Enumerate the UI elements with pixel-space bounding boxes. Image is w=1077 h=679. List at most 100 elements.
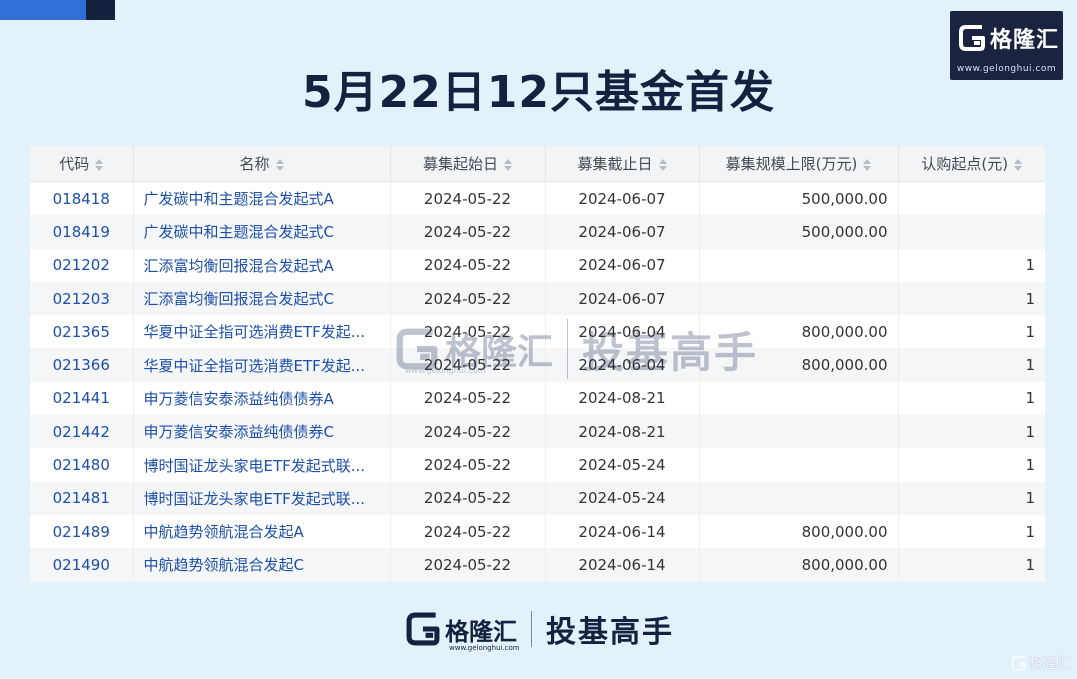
fund-name-link[interactable]: 博时国证龙头家电ETF发起式联... <box>133 448 391 482</box>
min-purchase-cell <box>898 215 1045 249</box>
fund-name-link[interactable]: 汇添富均衡回报混合发起式A <box>133 248 391 282</box>
sort-icon[interactable] <box>95 158 104 171</box>
sort-icon[interactable] <box>504 158 512 171</box>
fund-code-link[interactable]: 021441 <box>30 381 134 416</box>
fund-code-link[interactable]: 021480 <box>30 448 134 482</box>
fund-code-link[interactable]: 021365 <box>30 315 134 349</box>
end-date-cell: 2024-05-24 <box>545 448 700 482</box>
page-title: 5月22日12只基金首发 <box>301 67 776 118</box>
fund-name-link[interactable]: 申万菱信安泰添益纯债债券C <box>133 415 391 449</box>
start-date-cell: 2024-05-22 <box>390 381 546 416</box>
sort-icon[interactable] <box>275 158 284 171</box>
table-row: 021365 华夏中证全指可选消费ETF发起... 2024-05-22 202… <box>30 315 1045 349</box>
start-date-cell: 2024-05-22 <box>390 415 546 449</box>
cap-cell <box>699 281 899 316</box>
fund-code-link[interactable]: 018418 <box>30 181 134 216</box>
table-row: 021480 博时国证龙头家电ETF发起式联... 2024-05-22 202… <box>30 448 1045 482</box>
fund-code-link[interactable]: 021490 <box>30 548 134 582</box>
fund-name-link[interactable]: 中航趋势领航混合发起C <box>133 548 391 582</box>
fund-name-link[interactable]: 中航趋势领航混合发起A <box>133 514 391 549</box>
end-date-cell: 2024-06-04 <box>545 315 700 349</box>
start-date-cell: 2024-05-22 <box>390 181 546 216</box>
cap-cell <box>699 448 899 482</box>
fund-code-link[interactable]: 021481 <box>30 481 134 515</box>
fund-name-link[interactable]: 汇添富均衡回报混合发起式C <box>133 281 391 316</box>
cap-cell: 800,000.00 <box>699 548 899 582</box>
cap-cell: 800,000.00 <box>699 315 899 349</box>
start-date-cell: 2024-05-22 <box>390 514 546 549</box>
start-date-cell: 2024-05-22 <box>390 248 546 282</box>
corner-brand-name: 格隆汇 <box>1029 656 1071 672</box>
table-header-row: 代码 名称 募集起始日 募集截止日 募集规模上限(万元) 认购起点(元) <box>30 146 1045 182</box>
column-header-start-date[interactable]: 募集起始日 <box>390 146 546 182</box>
fund-name-link[interactable]: 华夏中证全指可选消费ETF发起... <box>133 315 391 349</box>
fund-name-link[interactable]: 申万菱信安泰添益纯债债券A <box>133 381 391 416</box>
cap-cell: 500,000.00 <box>699 181 899 216</box>
min-purchase-cell: 1 <box>1025 256 1035 275</box>
start-date-cell: 2024-05-22 <box>390 281 546 316</box>
fund-name-link[interactable]: 博时国证龙头家电ETF发起式联... <box>133 481 391 515</box>
min-purchase-cell: 1 <box>1025 389 1035 408</box>
column-header-end-date[interactable]: 募集截止日 <box>545 146 700 182</box>
sort-icon[interactable] <box>1014 158 1023 171</box>
end-date-cell: 2024-06-07 <box>545 281 700 316</box>
corner-decoration <box>0 0 115 20</box>
table-row: 021442 申万菱信安泰添益纯债债券C 2024-05-22 2024-08-… <box>30 415 1045 449</box>
end-date-cell: 2024-08-21 <box>545 415 700 449</box>
footer-divider <box>531 611 532 647</box>
end-date-cell: 2024-06-14 <box>545 514 700 549</box>
end-date-cell: 2024-08-21 <box>545 381 700 416</box>
min-purchase-cell: 1 <box>898 281 1045 316</box>
start-date-cell: 2024-05-22 <box>390 481 546 515</box>
start-date-cell: 2024-05-22 <box>390 548 546 582</box>
end-date-cell: 2024-06-07 <box>545 181 700 216</box>
fund-name-link[interactable]: 广发碳中和主题混合发起式A <box>133 181 391 216</box>
table-row: 018419 广发碳中和主题混合发起式C 2024-05-22 2024-06-… <box>30 215 1045 249</box>
end-date-cell: 2024-05-24 <box>545 481 700 515</box>
brand-name: 格隆汇 <box>990 28 1060 53</box>
footer-brand-name: 格隆汇 <box>445 617 517 646</box>
table-row: 021366 华夏中证全指可选消费ETF发起... 2024-05-22 202… <box>30 348 1045 382</box>
column-header-code[interactable]: 代码 <box>30 146 134 182</box>
column-header-cap[interactable]: 募集规模上限(万元) <box>699 146 899 182</box>
sort-icon[interactable] <box>863 158 872 171</box>
gelonghui-logo-icon <box>959 25 985 51</box>
min-purchase-cell <box>898 182 1045 216</box>
table-row: 021202 汇添富均衡回报混合发起式A 2024-05-22 2024-06-… <box>30 248 1045 282</box>
fund-code-link[interactable]: 018419 <box>30 215 134 249</box>
cap-cell <box>699 481 899 515</box>
fund-name-link[interactable]: 华夏中证全指可选消费ETF发起... <box>133 348 391 382</box>
fund-code-link[interactable]: 021442 <box>30 415 134 449</box>
min-purchase-cell: 1 <box>1025 522 1035 541</box>
fund-table: 代码 名称 募集起始日 募集截止日 募集规模上限(万元) 认购起点(元) 018… <box>30 146 1045 582</box>
sort-icon[interactable] <box>658 158 667 171</box>
fund-code-link[interactable]: 021489 <box>30 514 134 549</box>
column-header-min-purchase[interactable]: 认购起点(元) <box>898 146 1045 182</box>
corner-watermark: 格隆汇 <box>1011 653 1071 673</box>
table-row: 021481 博时国证龙头家电ETF发起式联... 2024-05-22 202… <box>30 481 1045 515</box>
fund-code-link[interactable]: 021203 <box>30 281 134 316</box>
table-row: 021489 中航趋势领航混合发起A 2024-05-22 2024-06-14… <box>30 514 1045 549</box>
min-purchase-cell: 1 <box>898 348 1045 382</box>
cap-cell: 800,000.00 <box>699 514 899 549</box>
start-date-cell: 2024-05-22 <box>390 315 546 349</box>
column-header-name[interactable]: 名称 <box>133 146 391 182</box>
end-date-cell: 2024-06-14 <box>545 548 700 582</box>
table-row: 021441 申万菱信安泰添益纯债债券A 2024-05-22 2024-08-… <box>30 381 1045 416</box>
start-date-cell: 2024-05-22 <box>390 348 546 382</box>
fund-name-link[interactable]: 广发碳中和主题混合发起式C <box>133 215 391 249</box>
min-purchase-cell: 1 <box>1025 456 1035 475</box>
min-purchase-cell: 1 <box>1025 322 1035 341</box>
table-row: 021490 中航趋势领航混合发起C 2024-05-22 2024-06-14… <box>30 548 1045 582</box>
fund-code-link[interactable]: 021202 <box>30 248 134 282</box>
end-date-cell: 2024-06-07 <box>545 215 700 249</box>
start-date-cell: 2024-05-22 <box>390 448 546 482</box>
fund-code-link[interactable]: 021366 <box>30 348 134 382</box>
end-date-cell: 2024-06-04 <box>545 348 700 382</box>
cap-cell <box>699 381 899 416</box>
min-purchase-cell: 1 <box>898 481 1045 515</box>
cap-cell <box>699 248 899 282</box>
gelonghui-logo-icon <box>1011 655 1027 671</box>
start-date-cell: 2024-05-22 <box>390 215 546 249</box>
table-row: 018418 广发碳中和主题混合发起式A 2024-05-22 2024-06-… <box>30 181 1045 216</box>
